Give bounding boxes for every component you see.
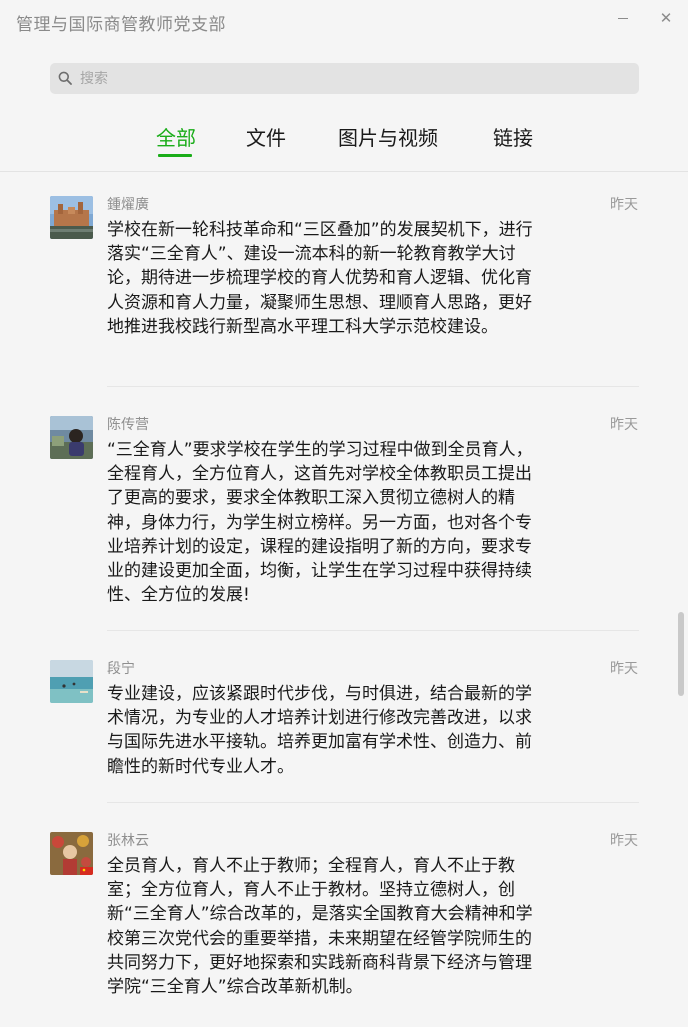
message-item[interactable]: 张林云 昨天 全员育人，育人不止于教师；全程育人，育人不止于教室；全方位育人，育… — [0, 808, 688, 1027]
title-bar: 管理与国际商管教师党支部 ✕ — [0, 0, 688, 44]
window-title: 管理与国际商管教师党支部 — [16, 15, 226, 35]
message-list[interactable]: 鍾燿廣 昨天 学校在新一轮科技革命和“三区叠加”的发展契机下，进行落实“三全育人… — [0, 172, 688, 1027]
sender-name: 陈传营 — [107, 417, 149, 433]
scrollbar-thumb[interactable] — [678, 612, 684, 696]
message-text: 全员育人，育人不止于教师；全程育人，育人不止于教室；全方位育人，育人不止于教材。… — [107, 856, 533, 998]
close-icon: ✕ — [659, 9, 673, 27]
active-tab-indicator — [158, 154, 192, 157]
avatar[interactable] — [50, 196, 93, 239]
sender-name: 鍾燿廣 — [107, 197, 149, 213]
minimize-button[interactable] — [608, 6, 638, 30]
minimize-icon — [618, 17, 628, 19]
chat-history-window: 管理与国际商管教师党支部 ✕ 全部 文件 图片与视频 链接 — [0, 0, 688, 1027]
tab-links[interactable]: 链接 — [493, 122, 533, 151]
search-input[interactable] — [80, 63, 630, 94]
search-box[interactable] — [50, 63, 639, 94]
avatar[interactable] — [50, 660, 93, 703]
tab-images-videos[interactable]: 图片与视频 — [338, 122, 438, 151]
tab-bar: 全部 文件 图片与视频 链接 — [0, 122, 688, 162]
message-text: 学校在新一轮科技革命和“三区叠加”的发展契机下，进行落实“三全育人”、建设一流本… — [107, 220, 533, 337]
tab-all[interactable]: 全部 — [156, 122, 196, 151]
message-divider — [107, 802, 639, 803]
avatar-sea-photo — [50, 660, 93, 703]
avatar-flowers-photo — [50, 832, 93, 875]
sender-name: 段宁 — [107, 661, 135, 677]
close-button[interactable]: ✕ — [651, 6, 681, 30]
message-time: 昨天 — [610, 197, 638, 213]
message-item[interactable]: 陈传营 昨天 “三全育人”要求学校在学生的学习过程中做到全员育人，全程育人，全方… — [0, 392, 688, 631]
message-divider — [107, 386, 639, 387]
sender-name: 张林云 — [107, 833, 149, 849]
avatar-castle-photo — [50, 196, 93, 239]
message-item[interactable]: 段宁 昨天 专业建设，应该紧跟时代步伐，与时俱进，结合最新的学术情况，为专业的人… — [0, 636, 688, 803]
avatar[interactable] — [50, 416, 93, 459]
message-text: 专业建设，应该紧跟时代步伐，与时俱进，结合最新的学术情况，为专业的人才培养计划进… — [107, 684, 532, 777]
message-item[interactable]: 鍾燿廣 昨天 学校在新一轮科技革命和“三区叠加”的发展契机下，进行落实“三全育人… — [0, 172, 688, 387]
message-time: 昨天 — [610, 661, 638, 677]
avatar-person-photo — [50, 416, 93, 459]
tab-files[interactable]: 文件 — [246, 122, 286, 151]
message-time: 昨天 — [610, 833, 638, 849]
search-icon — [58, 71, 72, 85]
message-text: “三全育人”要求学校在学生的学习过程中做到全员育人，全程育人，全方位育人，这首先… — [107, 440, 533, 606]
avatar[interactable] — [50, 832, 93, 875]
message-time: 昨天 — [610, 417, 638, 433]
message-divider — [107, 630, 639, 631]
